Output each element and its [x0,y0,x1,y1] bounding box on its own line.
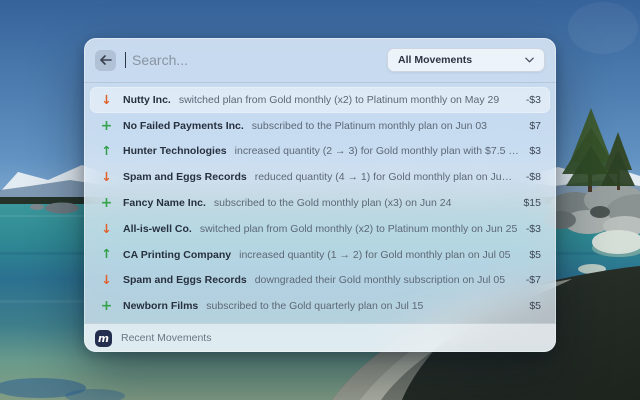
customer-name: Newborn Films [123,300,198,312]
movements-list: ↓ Nutty Inc. switched plan from Gold mon… [84,83,556,323]
arrow-up-icon: ↑ [99,248,114,261]
movement-row[interactable]: ↓ Spam and Eggs Records downgraded their… [90,267,550,293]
search-input[interactable] [130,51,378,69]
arrow-up-icon: ↑ [99,145,114,158]
movement-row[interactable]: ↓ All-is-well Co. switched plan from Gol… [90,216,550,242]
movement-row[interactable]: ↓ Spam and Eggs Records reduced quantity… [90,164,550,190]
movement-amount: $15 [523,197,541,209]
movement-row[interactable]: ↓ Nutty Inc. switched plan from Gold mon… [90,87,550,113]
svg-text:m: m [98,333,109,345]
arrow-down-icon: ↓ [99,274,114,287]
app-logo-icon: m [95,330,112,347]
dropdown-selected-label: All Movements [398,54,472,66]
movement-row[interactable]: ↑ Hunter Technologies increased quantity… [90,139,550,165]
movement-description: reduced quantity (4 → 1) for Gold monthl… [255,171,518,183]
customer-name: Fancy Name Inc. [123,197,206,209]
chevron-down-icon [525,57,534,63]
movement-description: switched plan from Gold monthly (x2) to … [200,223,518,235]
movement-row[interactable]: + Fancy Name Inc. subscribed to the Gold… [90,190,550,216]
movement-amount: -$7 [526,274,541,286]
plus-icon: + [99,299,114,313]
movement-description: switched plan from Gold monthly (x2) to … [179,94,518,106]
arrow-left-icon [100,55,112,65]
movement-row[interactable]: ↑ CA Printing Company increased quantity… [90,242,550,268]
movement-description: increased quantity (1 → 2) for Gold mont… [239,249,521,261]
footer-label: Recent Movements [121,332,211,344]
arrow-down-icon: ↓ [99,223,114,236]
movements-filter-dropdown[interactable]: All Movements [387,48,545,72]
customer-name: CA Printing Company [123,249,231,261]
arrow-down-icon: ↓ [99,94,114,107]
desktop: All Movements ↓ Nutty Inc. switched plan… [0,0,640,400]
customer-name: Spam and Eggs Records [123,171,247,183]
movement-row[interactable]: + No Failed Payments Inc. subscribed to … [90,113,550,139]
search-bar: All Movements [84,38,556,83]
footer: m Recent Movements [84,323,556,352]
movement-row[interactable]: + Newborn Films subscribed to the Gold q… [90,293,550,319]
movement-amount: $3 [529,145,541,157]
back-button[interactable] [95,50,116,71]
movement-amount: -$3 [526,223,541,235]
movement-amount: -$3 [526,94,541,106]
text-caret [125,52,126,68]
search-overlay-window: All Movements ↓ Nutty Inc. switched plan… [84,38,556,352]
customer-name: All-is-well Co. [123,223,192,235]
customer-name: Nutty Inc. [123,94,171,106]
plus-icon: + [99,119,114,133]
customer-name: Spam and Eggs Records [123,274,247,286]
movement-amount: $5 [529,300,541,312]
customer-name: Hunter Technologies [123,145,227,157]
movement-description: subscribed to the Gold monthly plan (x3)… [214,197,516,209]
customer-name: No Failed Payments Inc. [123,120,244,132]
movement-description: subscribed to the Platinum monthly plan … [252,120,522,132]
arrow-down-icon: ↓ [99,171,114,184]
movement-amount: $7 [529,120,541,132]
movement-amount: -$8 [526,171,541,183]
movement-description: increased quantity (2 → 3) for Gold mont… [235,145,522,157]
plus-icon: + [99,196,114,210]
movement-amount: $5 [529,249,541,261]
movement-description: downgraded their Gold monthly subscripti… [255,274,518,286]
movement-description: subscribed to the Gold quarterly plan on… [206,300,521,312]
